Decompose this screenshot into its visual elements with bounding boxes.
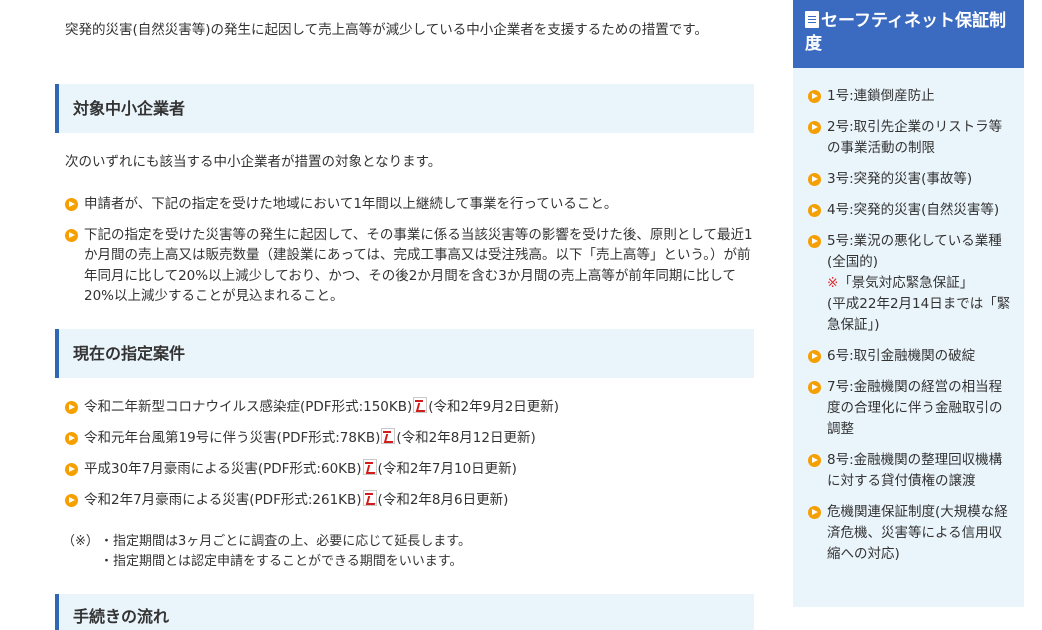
sidebar-link[interactable]: 7号:金融機関の経営の相当程度の合理化に伴う金融取引の調整 xyxy=(827,379,1003,437)
sidebar-link[interactable]: 1号:連鎖倒産防止 xyxy=(827,88,935,104)
case-pdf-link[interactable]: 令和二年新型コロナウイルス感染症(PDF形式:150KB) xyxy=(84,399,412,415)
update-date: (令和2年9月2日更新) xyxy=(428,399,560,415)
designation-note: （※）・指定期間は3ヶ月ごとに調査の上、必要に応じて延長します。 ・指定期間とは… xyxy=(62,532,471,572)
update-date: (令和2年8月12日更新) xyxy=(396,430,536,446)
list-item: 申請者が、下記の指定を受けた地域において1年間以上継続して事業を行っていること。 xyxy=(65,194,755,215)
sidebar-item-7: 7号:金融機関の経営の相当程度の合理化に伴う金融取引の調整 xyxy=(808,377,1014,440)
orange-arrow-circle-icon xyxy=(65,401,78,414)
list-item: 令和2年7月豪雨による災害(PDF形式:261KB) (令和2年8月6日更新) xyxy=(65,490,755,511)
section-heading-current-cases: 現在の指定案件 xyxy=(55,329,754,378)
note-line: ・指定期間は3ヶ月ごとに調査の上、必要に応じて延長します。 xyxy=(100,534,471,549)
case-pdf-link[interactable]: 平成30年7月豪雨による災害(PDF形式:60KB) xyxy=(84,461,362,477)
orange-arrow-circle-icon xyxy=(808,90,821,103)
orange-arrow-circle-icon xyxy=(65,494,78,507)
orange-arrow-circle-icon xyxy=(808,204,821,217)
note-mark: ※ xyxy=(827,275,839,291)
orange-arrow-circle-icon xyxy=(808,381,821,394)
current-cases-list: 令和二年新型コロナウイルス感染症(PDF形式:150KB) (令和2年9月2日更新… xyxy=(65,397,755,521)
sidebar-link[interactable]: 8号:金融機関の整理回収機構に対する貸付債権の譲渡 xyxy=(827,452,1002,489)
list-item: 下記の指定を受けた災害等の発生に起因して、その事業に係る当該災害等の影響を受けた… xyxy=(65,225,755,307)
note-line: ・指定期間とは認定申請をすることができる期間をいいます。 xyxy=(100,554,463,569)
pdf-icon xyxy=(362,459,377,475)
section-heading-procedure: 手続きの流れ xyxy=(55,594,754,630)
case-pdf-link[interactable]: 令和2年7月豪雨による災害(PDF形式:261KB) xyxy=(84,492,362,508)
list-item: 令和元年台風第19号に伴う災害(PDF形式:78KB) (令和2年8月12日更新) xyxy=(65,428,755,449)
orange-arrow-circle-icon xyxy=(65,198,78,211)
list-item: 令和二年新型コロナウイルス感染症(PDF形式:150KB) (令和2年9月2日更新… xyxy=(65,397,755,418)
orange-arrow-circle-icon xyxy=(808,454,821,467)
list-item: 平成30年7月豪雨による災害(PDF形式:60KB) (令和2年7月10日更新) xyxy=(65,459,755,480)
orange-arrow-circle-icon xyxy=(65,228,78,242)
requirements-list: 申請者が、下記の指定を受けた地域において1年間以上継続して事業を行っていること。… xyxy=(65,194,755,317)
sidebar-item-8: 8号:金融機関の整理回収機構に対する貸付債権の譲渡 xyxy=(808,450,1014,492)
sidebar-link[interactable]: 6号:取引金融機関の破綻 xyxy=(827,348,975,364)
case-pdf-link[interactable]: 令和元年台風第19号に伴う災害(PDF形式:78KB) xyxy=(84,430,380,446)
orange-arrow-circle-icon xyxy=(808,173,821,186)
sidebar-item-2: 2号:取引先企業のリストラ等の事業活動の制限 xyxy=(808,117,1014,159)
update-date: (令和2年7月10日更新) xyxy=(377,461,517,477)
orange-arrow-circle-icon xyxy=(808,350,821,363)
sidebar-item-crisis: 危機関連保証制度(大規模な経済危機、災害等による信用収縮への対応) xyxy=(808,502,1014,565)
sidebar-nav: 1号:連鎖倒産防止 2号:取引先企業のリストラ等の事業活動の制限 3号:突発的災… xyxy=(808,86,1014,575)
sidebar-link[interactable]: 5号:業況の悪化している業種(全国的) xyxy=(827,233,1002,270)
pdf-icon xyxy=(413,397,428,413)
document-icon xyxy=(805,11,819,28)
update-date: (令和2年8月6日更新) xyxy=(377,492,509,508)
sidebar-item-3: 3号:突発的災害(事故等) xyxy=(808,169,1014,190)
note-mark: （※） xyxy=(62,534,99,549)
pdf-icon xyxy=(381,428,396,444)
sidebar-link[interactable]: 危機関連保証制度(大規模な経済危機、災害等による信用収縮への対応) xyxy=(827,504,1008,562)
sidebar-note: 「景気対応緊急保証」 xyxy=(838,275,974,291)
sidebar-item-1: 1号:連鎖倒産防止 xyxy=(808,86,1014,107)
orange-arrow-circle-icon xyxy=(65,463,78,476)
intro-text: 突発的災害(自然災害等)の発生に起因して売上高等が減少している中小企業者を支援す… xyxy=(65,22,708,38)
sidebar-item-5: 5号:業況の悪化している業種(全国的) ※「景気対応緊急保証」 (平成22年2月14… xyxy=(808,231,1014,336)
section-heading-target: 対象中小企業者 xyxy=(55,84,754,133)
pdf-icon xyxy=(362,490,377,506)
sidebar-link[interactable]: 4号:突発的災害(自然災害等) xyxy=(827,202,999,218)
orange-arrow-circle-icon xyxy=(808,121,821,134)
sidebar-link[interactable]: 2号:取引先企業のリストラ等の事業活動の制限 xyxy=(827,119,1002,156)
orange-arrow-circle-icon xyxy=(808,235,821,248)
sidebar-title: セーフティネット保証制度 xyxy=(793,0,1024,68)
sidebar-note: (平成22年2月14日までは「緊急保証」) xyxy=(827,296,1011,333)
target-lead-text: 次のいずれにも該当する中小企業者が措置の対象となります。 xyxy=(65,154,442,170)
orange-arrow-circle-icon xyxy=(65,432,78,445)
sidebar-link[interactable]: 3号:突発的災害(事故等) xyxy=(827,171,972,187)
sidebar-item-6: 6号:取引金融機関の破綻 xyxy=(808,346,1014,367)
sidebar: セーフティネット保証制度 1号:連鎖倒産防止 2号:取引先企業のリストラ等の事業… xyxy=(793,0,1024,607)
orange-arrow-circle-icon xyxy=(808,506,821,519)
sidebar-item-4: 4号:突発的災害(自然災害等) xyxy=(808,200,1014,221)
